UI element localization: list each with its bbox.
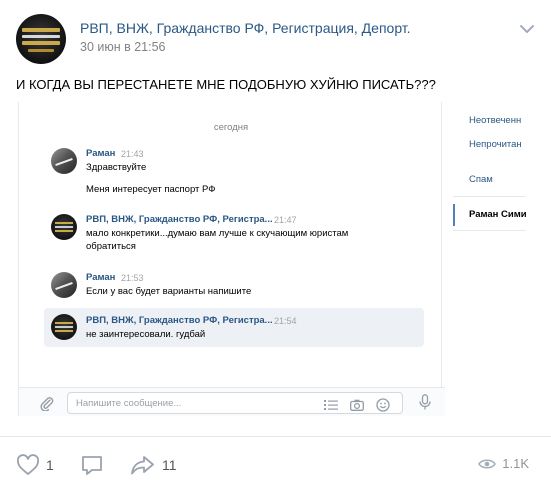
- avatar[interactable]: [51, 314, 77, 340]
- like-count: 1: [46, 457, 54, 473]
- message-author[interactable]: Раман: [86, 148, 115, 159]
- comment-button[interactable]: [80, 454, 104, 476]
- group-name-link[interactable]: РВП, ВНЖ, Гражданство РФ, Регистрация, Д…: [80, 20, 411, 36]
- paperclip-icon[interactable]: [39, 395, 55, 411]
- dialog-item-raman[interactable]: Раман Сими: [453, 204, 526, 226]
- message-text: Если у вас будет варианты напишите: [86, 286, 252, 297]
- chevron-down-icon[interactable]: [518, 22, 536, 36]
- message-item: Раман 21:53 Если у вас будет варианты на…: [44, 266, 424, 302]
- avatar[interactable]: [51, 148, 77, 174]
- attached-screenshot[interactable]: сегодня Раман 21:43 Здравствуйте Меня ин…: [16, 102, 526, 416]
- chat-pane: сегодня Раман 21:43 Здравствуйте Меня ин…: [16, 102, 445, 416]
- share-count: 11: [162, 457, 177, 473]
- message-time: 21:43: [121, 149, 144, 159]
- views-count: 1.1K: [502, 456, 529, 471]
- message-time: 21:54: [274, 316, 297, 326]
- views-counter: 1.1K: [478, 456, 529, 471]
- message-time: 21:53: [121, 273, 144, 283]
- message-time: 21:47: [274, 215, 297, 225]
- message-text: Здравствуйте: [86, 162, 147, 173]
- filter-spam[interactable]: Спам: [453, 174, 526, 185]
- microphone-icon[interactable]: [419, 394, 431, 410]
- message-text: мало конкретики...думаю вам лучше к скуч…: [86, 228, 349, 239]
- dialog-filters: Неотвеченн Непрочитан Спам Раман Сими: [453, 102, 526, 416]
- message-author[interactable]: Раман: [86, 272, 115, 283]
- message-text: не заинтересовали. гудбай: [86, 329, 206, 340]
- comment-icon: [82, 456, 102, 475]
- message-author[interactable]: РВП, ВНЖ, Гражданство РФ, Регистра...: [86, 315, 273, 326]
- post-actions: 1 11 1.1K: [0, 436, 551, 484]
- message-text: Меня интересует паспорт РФ: [86, 184, 216, 195]
- post-date[interactable]: 30 июн в 21:56: [80, 40, 166, 54]
- filter-unread[interactable]: Непрочитан: [453, 139, 526, 150]
- message-input[interactable]: [76, 396, 296, 410]
- filter-unanswered[interactable]: Неотвеченн: [453, 115, 526, 126]
- smile-icon[interactable]: [376, 398, 390, 412]
- share-button[interactable]: 11: [130, 454, 177, 476]
- heart-icon: [16, 454, 40, 475]
- eye-icon: [478, 459, 497, 468]
- message-item: РВП, ВНЖ, Гражданство РФ, Регистра... 21…: [44, 308, 424, 347]
- camera-icon[interactable]: [350, 399, 364, 411]
- message-composer: [19, 387, 445, 416]
- post-text: И КОГДА ВЫ ПЕРЕСТАНЕТЕ МНЕ ПОДОБНУЮ ХУЙН…: [16, 77, 436, 92]
- avatar[interactable]: [51, 214, 77, 240]
- message-author[interactable]: РВП, ВНЖ, Гражданство РФ, Регистра...: [86, 214, 273, 225]
- share-icon: [131, 456, 154, 475]
- message-item: Раман 21:43 Здравствуйте Меня интересует…: [44, 142, 424, 200]
- message-item: РВП, ВНЖ, Гражданство РФ, Регистра... 21…: [44, 208, 424, 256]
- message-field[interactable]: [67, 392, 403, 414]
- day-separator: сегодня: [213, 122, 249, 133]
- like-button[interactable]: 1: [16, 454, 54, 476]
- list-icon[interactable]: [324, 399, 338, 411]
- group-avatar[interactable]: [16, 14, 66, 64]
- message-text: обратиться: [86, 241, 136, 252]
- post-header: РВП, ВНЖ, Гражданство РФ, Регистрация, Д…: [16, 14, 536, 64]
- avatar[interactable]: [51, 272, 77, 298]
